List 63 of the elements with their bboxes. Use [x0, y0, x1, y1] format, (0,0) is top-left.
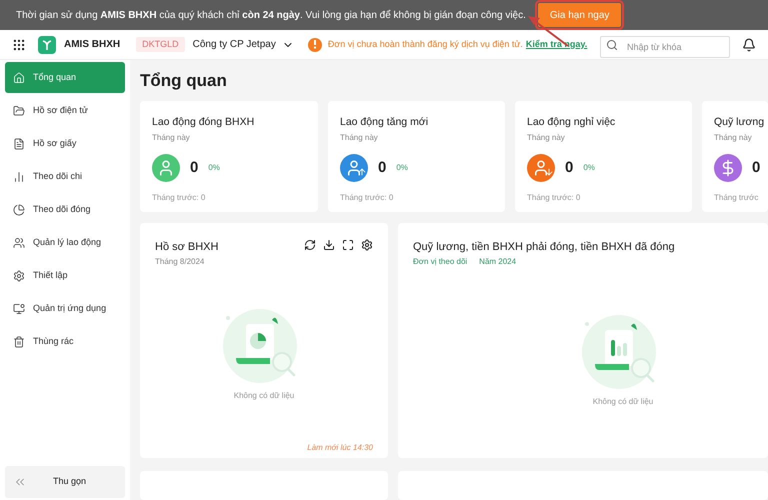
service-notice: Đơn vị chưa hoàn thành đăng ký dịch vụ điện tử.: [328, 38, 523, 51]
trash-icon: [13, 336, 25, 348]
panel-title: Quỹ lương, tiền BHXH phải đóng, tiền BHXH đã đóng: [413, 240, 675, 255]
settings-icon[interactable]: [361, 238, 373, 251]
folder-icon: [13, 104, 25, 116]
stat-period: Tháng này: [340, 132, 379, 144]
empty-state-message: Không có dữ liệu: [234, 390, 294, 402]
apps-menu-icon[interactable]: [12, 38, 26, 52]
bar-chart-icon: [13, 170, 25, 182]
sidebar-item[interactable]: Theo dõi đóng: [5, 194, 125, 225]
previous-month-stat: Tháng trước: 0: [527, 192, 582, 204]
sidebar-item[interactable]: Thùng rác: [5, 326, 125, 357]
previous-month-stat: Tháng trước: 0: [340, 192, 394, 204]
search-icon: [606, 38, 618, 50]
monitor-icon: [13, 302, 25, 314]
stat-title: Quỹ lương: [714, 115, 766, 130]
stat-value: 0: [752, 158, 760, 178]
previous-month-stat: Tháng trước: [714, 192, 760, 204]
stat-change: 0%: [583, 162, 595, 174]
panel-subtitle: Tháng 8/2024: [155, 256, 204, 268]
banner-message: Thời gian sử dụng AMIS BHXH của quý khách chỉ còn 24 ngày. Vui lòng gia hạn để không bị gián đoạn công việc.: [16, 8, 526, 22]
document-icon: [13, 138, 25, 150]
company-code-tag: DKTGLD: [136, 36, 185, 52]
check-now-link[interactable]: Kiểm tra ngay.: [526, 38, 588, 52]
stat-title: Lao động nghỉ việc: [527, 115, 616, 130]
stat-title: Lao động tăng mới: [340, 115, 430, 130]
sidebar-item[interactable]: Quản trị ứng dụng: [5, 293, 125, 324]
panel-title: Hồ sơ BHXH: [155, 240, 218, 255]
stat-period: Tháng này: [527, 132, 566, 144]
home-icon: [13, 72, 25, 84]
panel-subtitle[interactable]: Đơn vị theo dõi: [413, 256, 468, 268]
stat-change: 0%: [208, 162, 220, 174]
warning-icon: [308, 38, 322, 52]
expand-icon[interactable]: [342, 238, 354, 251]
settings-icon: [13, 270, 25, 282]
download-icon[interactable]: [323, 238, 335, 251]
sidebar-item[interactable]: Theo dõi chi: [5, 161, 125, 192]
users-icon: [13, 236, 25, 248]
stat-change: 0%: [396, 162, 408, 174]
pie-chart-icon: [13, 204, 25, 216]
previous-month-stat: Tháng trước: 0: [152, 192, 206, 204]
empty-state-message: Không có dữ liệu: [592, 396, 654, 408]
collapse-button[interactable]: Thu gọn: [5, 466, 125, 498]
stat-value: 0: [378, 158, 386, 178]
company-name[interactable]: Công ty CP Jetpay: [192, 37, 276, 52]
panel-subtitle[interactable]: Năm 2024: [479, 256, 516, 268]
stat-period: Tháng này: [152, 132, 191, 144]
sidebar-item[interactable]: Quản lý lao động: [5, 227, 125, 258]
sidebar-item[interactable]: Tổng quan: [5, 62, 125, 93]
page-title: Tổng quan: [140, 70, 228, 92]
stat-title: Lao động đóng BHXH: [152, 115, 256, 130]
sidebar-item[interactable]: Hồ sơ giấy: [5, 128, 125, 159]
stat-value: 0: [565, 158, 574, 178]
sidebar-item[interactable]: Hồ sơ điện tử: [5, 95, 125, 126]
refresh-icon[interactable]: [304, 238, 316, 251]
app-logo-icon: [38, 36, 56, 54]
stat-period: Tháng này: [714, 132, 753, 144]
refresh-time: Làm mới lúc 14:30: [306, 442, 373, 454]
search-field[interactable]: Nhập từ khóa: [600, 36, 730, 58]
app-name: AMIS BHXH: [64, 38, 120, 52]
notifications-icon[interactable]: [742, 38, 756, 52]
sidebar-item[interactable]: Thiết lập: [5, 260, 125, 291]
stat-value: 0: [190, 158, 198, 178]
